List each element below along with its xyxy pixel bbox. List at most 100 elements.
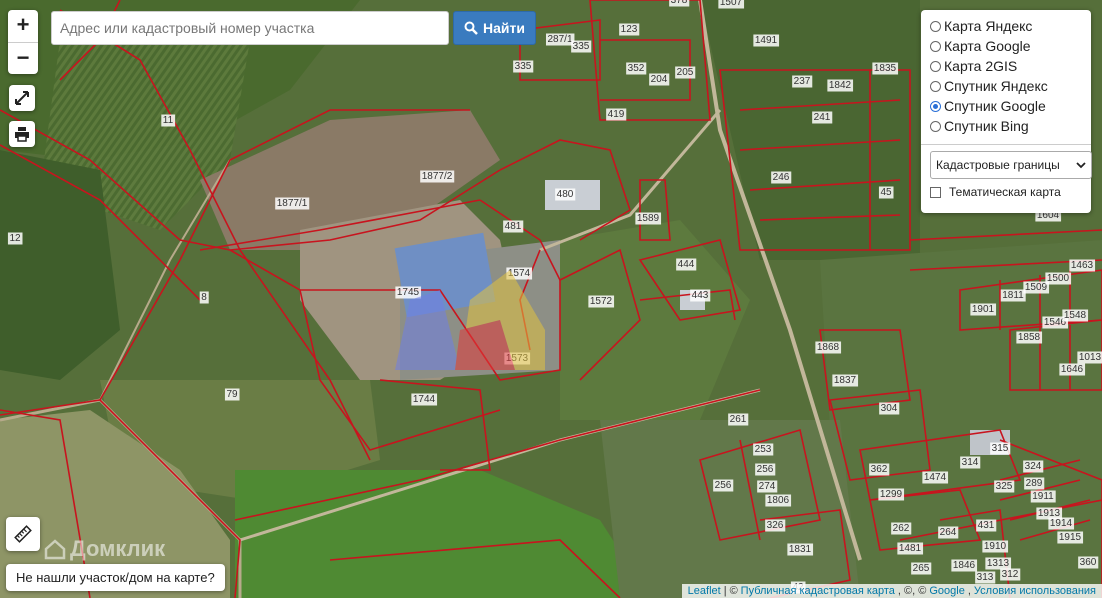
parcel-number-label: 1831: [789, 544, 812, 555]
parcel-number-label: 378: [671, 0, 688, 6]
radio-icon: [930, 60, 941, 72]
layer-option-yandex-map[interactable]: Карта Яндекс: [930, 16, 1083, 36]
parcel-number-label: 443: [692, 290, 709, 301]
layer-label: Спутник Яндекс: [944, 78, 1048, 94]
parcel-number-label: 1837: [834, 375, 857, 386]
layer-label: Карта Google: [944, 38, 1031, 54]
search-icon: [464, 21, 478, 35]
pkk-link[interactable]: Публичная кадастровая карта: [741, 585, 895, 597]
radio-icon: [930, 20, 941, 32]
search-button[interactable]: Найти: [453, 11, 536, 45]
separator: ,: [967, 585, 971, 597]
parcel-number-label: 1646: [1061, 364, 1084, 375]
chevron-down-icon: [1076, 161, 1086, 168]
zoom-in-button[interactable]: +: [8, 10, 38, 43]
parcel-number-label: 1877/2: [422, 171, 453, 182]
parcel-number-label: 1914: [1050, 518, 1073, 529]
parcel-number-label: 335: [515, 61, 532, 72]
layer-option-bing-satellite[interactable]: Спутник Bing: [930, 116, 1083, 136]
fullscreen-button[interactable]: [9, 85, 35, 111]
leaflet-link[interactable]: Leaflet: [688, 585, 721, 597]
parcel-number-label: 262: [893, 523, 910, 534]
parcel-number-label: 1842: [829, 80, 852, 91]
overlay-select-value: Кадастровые границы: [936, 158, 1060, 172]
layer-option-google-map[interactable]: Карта Google: [930, 36, 1083, 56]
parcel-number-label: 287/1: [547, 34, 572, 45]
parcel-number-label: 45: [880, 187, 892, 198]
parcel-number-label: 1745: [397, 287, 420, 298]
layer-label: Карта 2GIS: [944, 58, 1018, 74]
parcel-number-label: 325: [996, 481, 1013, 492]
parcel-number-label: 274: [759, 481, 776, 492]
map-attribution: Leaflet | © Публичная кадастровая карта …: [681, 584, 1102, 598]
expand-icon: [15, 91, 29, 105]
radio-icon: [930, 120, 941, 132]
overlay-select[interactable]: Кадастровые границы: [930, 151, 1092, 179]
parcel-number-label: 1910: [984, 541, 1007, 552]
parcel-number-label: 1474: [924, 472, 947, 483]
google-link[interactable]: Google: [929, 585, 964, 597]
parcel-number-label: 1915: [1059, 532, 1082, 543]
layer-option-2gis-map[interactable]: Карта 2GIS: [930, 56, 1083, 76]
parcel-number-label: 313: [977, 572, 994, 583]
layer-option-google-satellite[interactable]: Спутник Google: [930, 96, 1083, 116]
measure-button[interactable]: [6, 517, 40, 551]
parcel-number-label: 1299: [880, 489, 903, 500]
thematic-map-label: Тематическая карта: [949, 185, 1061, 199]
parcel-number-label: 246: [773, 172, 790, 183]
parcel-number-label: 431: [978, 520, 995, 531]
parcel-number-label: 241: [814, 112, 831, 123]
parcel-number-label: 1846: [953, 560, 976, 571]
print-button[interactable]: [9, 121, 35, 147]
parcel-number-label: 1548: [1064, 310, 1087, 321]
thematic-map-toggle[interactable]: Тематическая карта: [930, 185, 1083, 199]
parcel-number-label: 1013: [1079, 352, 1102, 363]
parcel-number-label: 335: [573, 41, 590, 52]
domclick-watermark: Домклик: [44, 536, 165, 562]
zoom-control: + −: [8, 10, 38, 74]
parcel-number-label: 265: [913, 563, 930, 574]
parcel-number-label: 304: [881, 403, 898, 414]
zoom-out-button[interactable]: −: [8, 43, 38, 75]
layer-label: Карта Яндекс: [944, 18, 1033, 34]
parcel-number-label: 419: [608, 109, 625, 120]
terms-link[interactable]: Условия использования: [974, 585, 1096, 597]
parcel-number-label: 264: [940, 527, 957, 538]
parcel-number-label: 289: [1026, 478, 1043, 489]
parcel-number-label: 1806: [767, 495, 790, 506]
parcel-number-label: 1877/1: [277, 198, 308, 209]
parcel-number-label: 312: [1002, 569, 1019, 580]
parcel-number-label: 261: [730, 414, 747, 425]
parcel-number-label: 362: [871, 464, 888, 475]
parcel-number-label: 1500: [1047, 273, 1070, 284]
copyright: ©: [729, 585, 738, 597]
parcel-number-label: 8: [201, 292, 207, 303]
parcel-number-label: 1868: [817, 342, 840, 353]
parcel-number-label: 1481: [899, 543, 922, 554]
parcel-number-label: 1811: [1002, 290, 1024, 301]
house-logo-icon: [44, 539, 66, 560]
layer-option-yandex-satellite[interactable]: Спутник Яндекс: [930, 76, 1083, 96]
parcel-number-label: 314: [962, 457, 979, 468]
print-icon: [15, 127, 29, 142]
layer-label: Спутник Bing: [944, 118, 1029, 134]
not-found-button[interactable]: Не нашли участок/дом на карте?: [6, 564, 225, 591]
parcel-number-label: 256: [757, 464, 774, 475]
parcel-number-label: 352: [628, 63, 645, 74]
copyright: , ©, ©: [897, 585, 927, 597]
parcel-number-label: 237: [794, 76, 811, 87]
parcel-number-label: 205: [677, 67, 694, 78]
parcel-number-label: 79: [226, 389, 238, 400]
search-input[interactable]: [51, 11, 449, 45]
layer-label: Спутник Google: [944, 98, 1046, 114]
ruler-icon: [14, 525, 32, 543]
layer-switcher: Карта Яндекс Карта Google Карта 2GIS Спу…: [921, 10, 1092, 213]
parcel-number-label: 1589: [637, 213, 660, 224]
parcel-number-label: 1491: [755, 35, 778, 46]
not-found-label: Не нашли участок/дом на карте?: [16, 570, 215, 585]
parcel-number-label: 1509: [1025, 282, 1048, 293]
watermark-text: Домклик: [70, 536, 166, 561]
parcel-number-label: 253: [755, 444, 772, 455]
checkbox-icon: [930, 186, 941, 198]
parcel-number-label: 256: [715, 480, 732, 491]
